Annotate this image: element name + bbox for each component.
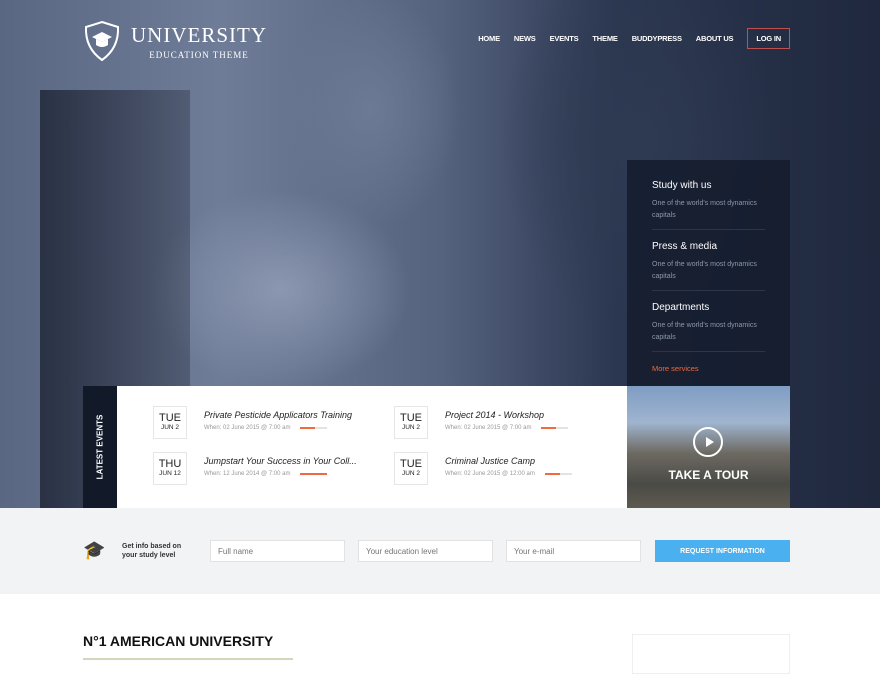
- event-day: TUE: [400, 458, 422, 470]
- request-text-line: your study level: [122, 552, 176, 559]
- event-date: TUE JUN 2: [153, 406, 187, 439]
- event-item[interactable]: THU JUN 12 Jumpstart Your Success in Your…: [153, 452, 357, 485]
- event-progress: [300, 473, 328, 475]
- event-day: TUE: [159, 412, 181, 424]
- event-date: THU JUN 12: [153, 452, 187, 485]
- logo[interactable]: UNIVERSITY EDUCATION THEME: [83, 20, 267, 62]
- service-title: Departments: [652, 302, 710, 313]
- event-when: When: 02 June 2015 @ 7:00 am: [445, 425, 532, 431]
- play-icon[interactable]: [693, 427, 723, 457]
- service-study[interactable]: Study with us One of the world's most dyn…: [652, 160, 765, 230]
- logo-title: UNIVERSITY: [131, 22, 267, 47]
- event-item[interactable]: TUE JUN 2 Project 2014 - Workshop When: 0…: [394, 406, 569, 439]
- service-text: One of the world's most dynamics capital…: [652, 261, 757, 280]
- event-progress: [544, 473, 572, 475]
- tour-label: TAKE A TOUR: [668, 468, 749, 482]
- event-progress: [300, 427, 328, 429]
- event-day: THU: [158, 458, 182, 470]
- event-title[interactable]: Private Pesticide Applicators Training: [204, 410, 352, 420]
- education-level-input[interactable]: [358, 540, 493, 562]
- event-item[interactable]: TUE JUN 2 Private Pesticide Applicators T…: [153, 406, 352, 439]
- logo-subtitle: EDUCATION THEME: [149, 49, 249, 60]
- event-progress: [541, 427, 569, 429]
- take-a-tour[interactable]: TAKE A TOUR: [627, 386, 790, 508]
- services-panel: Study with us One of the world's most dyn…: [627, 160, 790, 386]
- event-day: TUE: [400, 412, 422, 424]
- request-text-line: Get info based on: [122, 543, 182, 550]
- graduation-cap-icon: 🎓: [83, 540, 106, 560]
- main-nav: HOME NEWS EVENTS THEME BUDDYPRESS ABOUT …: [478, 28, 790, 49]
- service-text: One of the world's most dynamics capital…: [652, 322, 757, 341]
- more-services-link[interactable]: More services: [652, 363, 765, 375]
- login-button[interactable]: LOG IN: [747, 28, 790, 49]
- event-month: JUN 2: [401, 470, 421, 477]
- service-title: Press & media: [652, 241, 718, 252]
- events-label: LATEST EVENTS: [95, 414, 105, 480]
- request-info-bar: 🎓 Get info based on your study level REQU…: [0, 508, 880, 594]
- nav-about-us[interactable]: ABOUT US: [696, 34, 734, 43]
- event-title[interactable]: Criminal Justice Camp: [445, 456, 572, 466]
- latest-events: LATEST EVENTS TUE JUN 2 Private Pesticide…: [83, 386, 628, 508]
- shield-logo-icon: [84, 20, 120, 62]
- service-press[interactable]: Press & media One of the world's most dyn…: [652, 230, 765, 291]
- nav-theme[interactable]: THEME: [592, 34, 617, 43]
- event-month: JUN 12: [159, 470, 181, 477]
- full-name-input[interactable]: [210, 540, 345, 562]
- event-when: When: 02 June 2015 @ 12:00 am: [445, 471, 535, 477]
- nav-buddypress[interactable]: BUDDYPRESS: [632, 34, 682, 43]
- event-title[interactable]: Jumpstart Your Success in Your Coll...: [204, 456, 357, 466]
- nav-news[interactable]: NEWS: [514, 34, 536, 43]
- email-input[interactable]: [506, 540, 641, 562]
- events-label-bar: LATEST EVENTS: [83, 386, 117, 508]
- event-month: JUN 2: [401, 424, 421, 431]
- event-month: JUN 2: [160, 424, 180, 431]
- request-text: Get info based on your study level: [122, 542, 181, 560]
- service-title: Study with us: [652, 180, 712, 191]
- nav-home[interactable]: HOME: [478, 34, 500, 43]
- section-heading: N°1 AMERICAN UNIVERSITY: [83, 633, 274, 649]
- event-date: TUE JUN 2: [394, 452, 428, 485]
- service-text: One of the world's most dynamics capital…: [652, 200, 757, 219]
- service-departments[interactable]: Departments One of the world's most dynam…: [652, 291, 765, 352]
- event-item[interactable]: TUE JUN 2 Criminal Justice Camp When: 02 …: [394, 452, 572, 485]
- event-title[interactable]: Project 2014 - Workshop: [445, 410, 568, 420]
- event-when: When: 12 June 2014 @ 7:00 am: [204, 471, 291, 477]
- event-when: When: 02 June 2015 @ 7:00 am: [204, 425, 291, 431]
- event-date: TUE JUN 2: [394, 406, 428, 439]
- request-information-button[interactable]: REQUEST INFORMATION: [655, 540, 790, 562]
- nav-events[interactable]: EVENTS: [550, 34, 579, 43]
- sidebar-box: [632, 634, 790, 674]
